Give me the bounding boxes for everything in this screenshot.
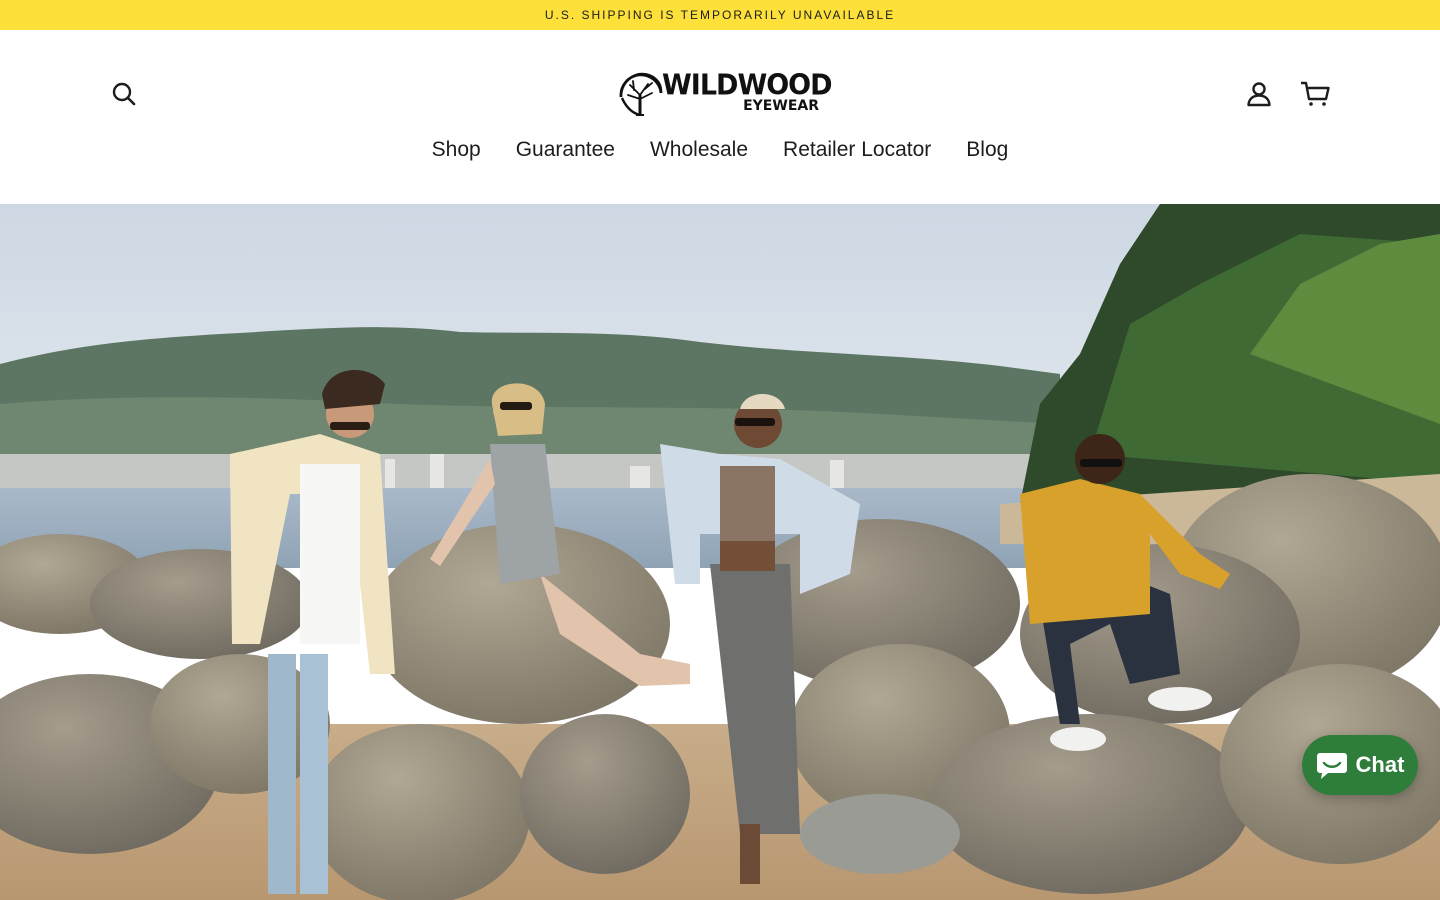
user-icon bbox=[1247, 82, 1271, 107]
logo-wordmark: WILDWOOD bbox=[662, 69, 833, 102]
cart-icon bbox=[1301, 81, 1330, 106]
chat-label: Chat bbox=[1355, 752, 1405, 777]
hero-image bbox=[0, 204, 1440, 900]
nav-guarantee[interactable]: Guarantee bbox=[516, 134, 615, 166]
announcement-bar: U.S. Shipping is temporarily unavailable bbox=[0, 0, 1440, 30]
chat-button[interactable]: Chat bbox=[1302, 735, 1418, 795]
account-button[interactable] bbox=[1239, 74, 1279, 114]
nav-retailer-locator[interactable]: Retailer Locator bbox=[783, 134, 931, 166]
nav-wholesale[interactable]: Wholesale bbox=[650, 134, 748, 166]
search-button[interactable] bbox=[104, 74, 144, 114]
chat-bubble-icon bbox=[1316, 753, 1347, 779]
cart-button[interactable] bbox=[1295, 74, 1335, 114]
site-logo[interactable]: WILDWOOD EYEWEAR bbox=[618, 69, 833, 118]
search-icon bbox=[112, 82, 136, 106]
tree-logo-icon bbox=[619, 72, 663, 117]
hero-banner[interactable] bbox=[0, 204, 1440, 900]
main-nav: Shop Guarantee Wholesale Retailer Locato… bbox=[0, 134, 1440, 166]
nav-blog[interactable]: Blog bbox=[966, 134, 1008, 166]
site-header: WILDWOOD EYEWEAR Shop Guarantee Wholesal… bbox=[0, 30, 1440, 204]
nav-shop[interactable]: Shop bbox=[432, 134, 481, 166]
announcement-text: U.S. Shipping is temporarily unavailable bbox=[544, 8, 896, 22]
